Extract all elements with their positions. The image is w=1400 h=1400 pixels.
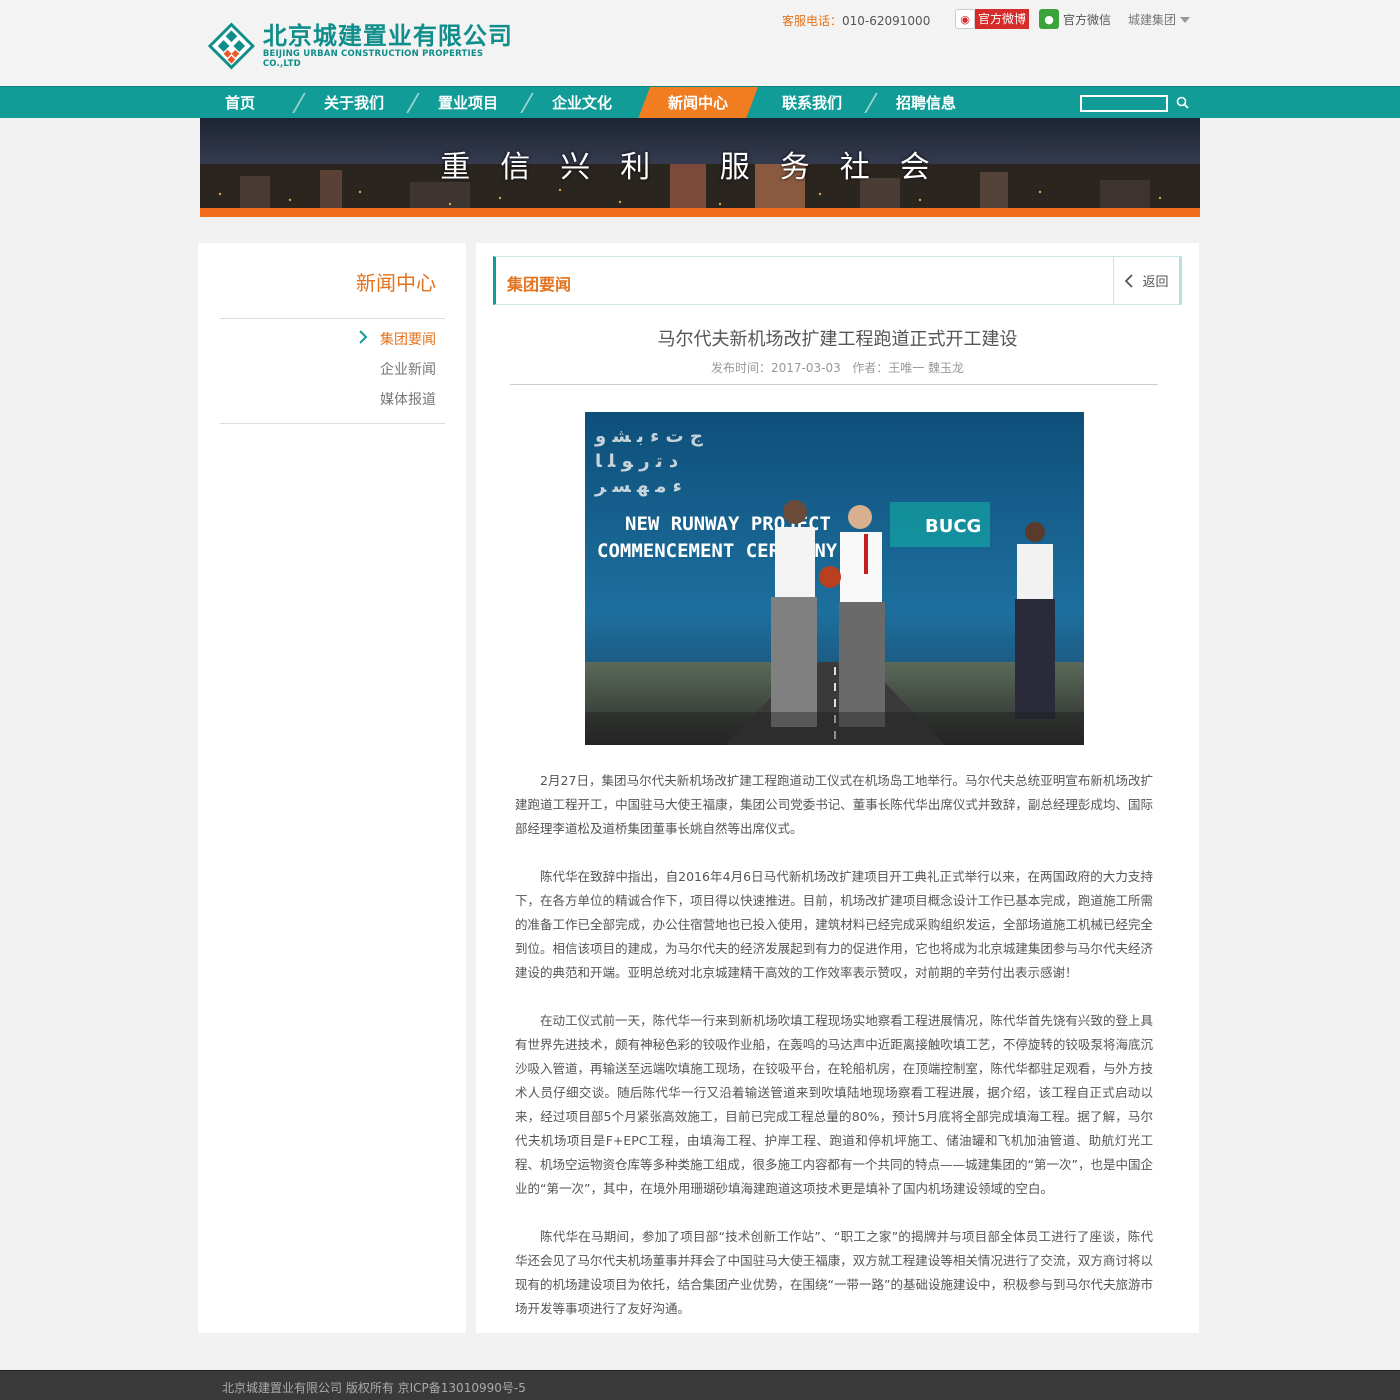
weibo-link[interactable]: ◉ 官方微博 (955, 9, 1030, 29)
nav-divider (520, 93, 534, 113)
wechat-label: 官方微信 (1063, 12, 1112, 27)
logo-emblem-icon (208, 22, 255, 70)
section-title: 集团要闻 (507, 275, 572, 294)
back-label: 返回 (1142, 275, 1169, 290)
nav-divider (406, 93, 420, 113)
article-meta: 发布时间：2017-03-03 作者：王唯一 魏玉龙 (476, 359, 1199, 376)
banner-accent-bar (200, 208, 1200, 217)
search-input[interactable] (1080, 95, 1168, 112)
banner-slogan: 重信兴利 服务社会 (440, 150, 960, 185)
wechat-icon: ● (1039, 9, 1059, 29)
article-paragraph: 陈代华在致辞中指出，自2016年4月6日马代新机场改扩建项目开工典礼正式举行以来… (515, 869, 1153, 980)
divider (510, 384, 1158, 385)
nav-divider (292, 93, 306, 113)
meta-date-label: 发布时间： (710, 361, 771, 375)
nav-item-about[interactable]: 关于我们 (308, 87, 400, 119)
group-dropdown[interactable]: 城建集团 (1128, 11, 1191, 28)
sidebar-title: 新闻中心 (356, 271, 436, 295)
nav-divider (864, 93, 878, 113)
footer-copyright: 北京城建置业有限公司 版权所有 京ICP备13010990号-5 (222, 1381, 526, 1395)
sidebar-item-media-reports[interactable]: 媒体报道 (380, 389, 436, 409)
article-paragraph: 陈代华在马期间，参加了项目部“技术创新工作站”、“职工之家”的揭牌并与项目部全体… (515, 1229, 1153, 1316)
meta-author: 王唯一 魏玉龙 (888, 361, 965, 375)
nav-item-projects[interactable]: 置业项目 (422, 87, 514, 119)
back-button[interactable]: 返回 (1113, 257, 1179, 304)
svg-text:ﺀ ﻣ ﻬ ﺴ ﺮ: ﺀ ﻣ ﻬ ﺴ ﺮ (594, 476, 682, 497)
divider (220, 318, 445, 319)
nav-item-culture[interactable]: 企业文化 (536, 87, 628, 119)
article-photo: ﺝ ﺕ ﺀ ﺑ ﺸ ﻭ ﺩ ﺗ ﺭ ﻮ ﻠ ﺎ ﺀ ﻣ ﻬ ﺴ ﺮ NEW RU… (585, 412, 1084, 745)
svg-text:ﺝ ﺕ ﺀ ﺑ ﺸ ﻭ: ﺝ ﺕ ﺀ ﺑ ﺸ ﻭ (594, 426, 703, 447)
company-logo[interactable]: 北京城建置业有限公司 BEIJING URBAN CONSTRUCTION PR… (208, 18, 518, 74)
logo-chinese-name: 北京城建置业有限公司 (262, 22, 513, 50)
chevron-right-icon (359, 330, 368, 344)
meta-date: 2017-03-03 (770, 361, 841, 375)
sidebar-item-enterprise-news[interactable]: 企业新闻 (380, 359, 436, 379)
article-paragraph: 2月27日，集团马尔代夫新机场改扩建工程跑道动工仪式在机场岛工地举行。马尔代夫总… (515, 773, 1153, 836)
article-title: 马尔代夫新机场改扩建工程跑道正式开工建设 (657, 329, 1018, 350)
article-paragraph: 在动工仪式前一天，陈代华一行来到新机场吹填工程现场实地察看工程进展情况，陈代华首… (515, 1013, 1153, 1196)
sidebar: 新闻中心 集团要闻 企业新闻 媒体报道 (198, 243, 466, 1333)
chevron-down-icon (1180, 16, 1191, 23)
photo-brand: BUCG (925, 516, 981, 537)
nav-item-contact[interactable]: 联系我们 (766, 87, 858, 119)
hotline-number: 010-62091000 (842, 14, 931, 28)
nav-item-home[interactable]: 首页 (200, 87, 280, 119)
svg-text:ﺩ ﺗ ﺭ ﻮ ﻠ ﺎ: ﺩ ﺗ ﺭ ﻮ ﻠ ﺎ (595, 451, 678, 472)
logo-text: 北京城建置业有限公司 BEIJING URBAN CONSTRUCTION PR… (263, 23, 518, 69)
section-header: 集团要闻 返回 (493, 256, 1182, 305)
hotline-label: 客服电话： (782, 14, 843, 28)
hotline: 客服电话：010-62091000 (782, 12, 930, 29)
search-icon[interactable] (1175, 95, 1191, 111)
meta-author-label: 作者： (852, 361, 889, 375)
nav-item-jobs[interactable]: 招聘信息 (880, 87, 972, 119)
logo-english-name: BEIJING URBAN CONSTRUCTION PROPERTIES CO… (262, 49, 484, 69)
wechat-link[interactable]: ● 官方微信 (1039, 9, 1111, 29)
site-footer: 北京城建置业有限公司 版权所有 京ICP备13010990号-5 (0, 1370, 1400, 1400)
site-header: 北京城建置业有限公司 BEIJING URBAN CONSTRUCTION PR… (0, 0, 1400, 86)
group-label: 城建集团 (1128, 13, 1177, 27)
sidebar-item-group-news[interactable]: 集团要闻 (380, 329, 436, 349)
divider (220, 423, 445, 424)
nav-item-news[interactable]: 新闻中心 (638, 87, 758, 119)
weibo-label: 官方微博 (975, 9, 1030, 29)
main-nav: 首页 关于我们 置业项目 企业文化 新闻中心 联系我们 招聘信息 (0, 86, 1400, 118)
main-content: 集团要闻 返回 马尔代夫新机场改扩建工程跑道正式开工建设 发布时间：2017-0… (476, 243, 1199, 1333)
weibo-icon: ◉ (955, 9, 975, 29)
hero-banner: 重信兴利 服务社会 (200, 118, 1200, 210)
chevron-left-icon (1125, 273, 1134, 288)
